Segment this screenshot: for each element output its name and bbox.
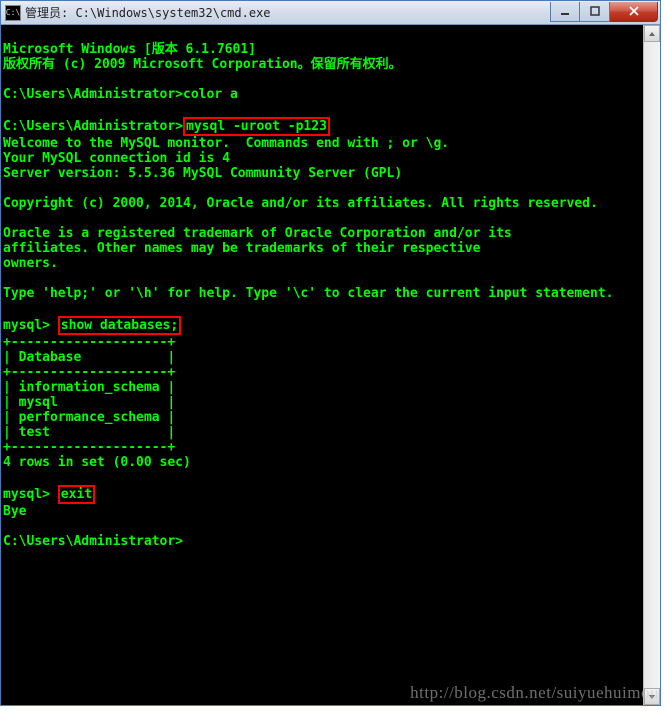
prompt-line: C:\Users\Administrator>mysql -uroot -p12… [3, 119, 330, 134]
command: color a [183, 87, 238, 102]
highlighted-command: mysql -uroot -p123 [183, 117, 330, 136]
scroll-up-button[interactable] [644, 25, 660, 42]
prompt: C:\Users\Administrator> [3, 119, 183, 134]
prompt-line: C:\Users\Administrator> [3, 534, 183, 549]
output-line: Welcome to the MySQL monitor. Commands e… [3, 136, 449, 151]
close-icon [628, 5, 640, 17]
output-line: Copyright (c) 2000, 2014, Oracle and/or … [3, 196, 598, 211]
mysql-prompt: mysql> [3, 487, 58, 502]
output-line: Bye [3, 504, 26, 519]
window-icon: C:\ [5, 5, 21, 21]
table-border: +--------------------+ [3, 440, 175, 455]
maximize-button[interactable] [580, 2, 610, 22]
output-line: Server version: 5.5.36 MySQL Community S… [3, 166, 402, 181]
prompt: C:\Users\Administrator> [3, 87, 183, 102]
close-button[interactable] [610, 2, 658, 22]
table-row: | performance_schema | [3, 410, 175, 425]
mysql-prompt: mysql> [3, 318, 58, 333]
output-line: affiliates. Other names may be trademark… [3, 241, 480, 256]
output-line: Type 'help;' or '\h' for help. Type '\c'… [3, 286, 613, 301]
prompt-line: C:\Users\Administrator>color a [3, 87, 238, 102]
minimize-button[interactable] [550, 2, 580, 22]
table-row: | mysql | [3, 395, 175, 410]
output-line: 4 rows in set (0.00 sec) [3, 455, 191, 470]
table-header: | Database | [3, 350, 175, 365]
output-line: Your MySQL connection id is 4 [3, 151, 230, 166]
scrollbar[interactable] [643, 25, 660, 705]
table-border: +--------------------+ [3, 335, 175, 350]
output-line: owners. [3, 256, 58, 271]
highlighted-command: exit [58, 485, 95, 504]
prompt-line: mysql> exit [3, 487, 95, 502]
minimize-icon [560, 6, 570, 16]
title-bar[interactable]: C:\ 管理员: C:\Windows\system32\cmd.exe [1, 1, 660, 25]
table-row: | test | [3, 425, 175, 440]
window-controls [550, 2, 658, 22]
chevron-up-icon [648, 30, 656, 38]
watermark-text: http://blog.csdn.net/suiyuehuimou [410, 683, 659, 703]
terminal-output[interactable]: Microsoft Windows [版本 6.1.7601] 版权所有 (c)… [1, 25, 660, 705]
prompt-line: mysql> show databases; [3, 318, 181, 333]
cmd-window: C:\ 管理员: C:\Windows\system32\cmd.exe Mic… [0, 0, 661, 706]
output-line: Oracle is a registered trademark of Orac… [3, 226, 512, 241]
table-border: +--------------------+ [3, 365, 175, 380]
output-line: Microsoft Windows [版本 6.1.7601] [3, 42, 256, 57]
output-line: 版权所有 (c) 2009 Microsoft Corporation。保留所有… [3, 57, 402, 72]
scroll-track[interactable] [644, 42, 660, 688]
highlighted-command: show databases; [58, 316, 181, 335]
table-row: | information_schema | [3, 380, 175, 395]
maximize-icon [590, 6, 600, 16]
window-title: 管理员: C:\Windows\system32\cmd.exe [25, 4, 550, 21]
